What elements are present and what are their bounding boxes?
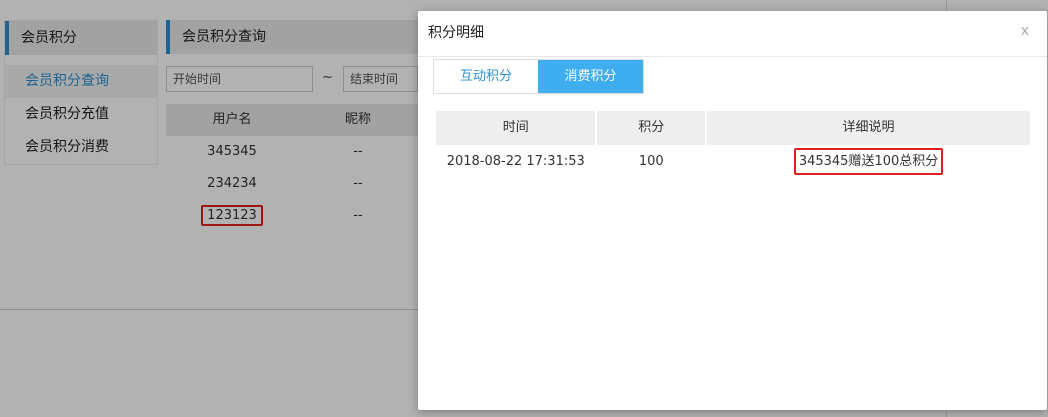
points-detail-modal: 积分明细 x 互动积分 消费积分 时间 积分 详细说明 2018-08-22 1…	[418, 11, 1047, 410]
points-tabs: 互动积分 消费积分	[433, 59, 644, 94]
close-icon[interactable]: x	[1021, 23, 1029, 39]
time-cell: 2018-08-22 17:31:53	[446, 154, 585, 169]
modal-header: 积分明细 x	[418, 11, 1047, 57]
table-row: 2018-08-22 17:31:53 100 345345赠送100总积分	[436, 145, 1030, 179]
points-detail-table: 时间 积分 详细说明 2018-08-22 17:31:53 100 34534…	[436, 111, 1030, 179]
tab-consumption-points[interactable]: 消费积分	[538, 60, 643, 93]
points-cell: 100	[638, 154, 664, 169]
table-header: 时间 积分 详细说明	[436, 111, 1030, 145]
modal-title: 积分明细	[428, 25, 484, 41]
column-header-detail: 详细说明	[707, 111, 1030, 145]
detail-cell: 345345赠送100总积分	[707, 145, 1030, 179]
tab-interaction-points[interactable]: 互动积分	[434, 60, 538, 93]
column-header-time: 时间	[436, 111, 596, 145]
highlight-box-detail: 345345赠送100总积分	[793, 148, 944, 175]
column-header-points: 积分	[597, 111, 706, 145]
